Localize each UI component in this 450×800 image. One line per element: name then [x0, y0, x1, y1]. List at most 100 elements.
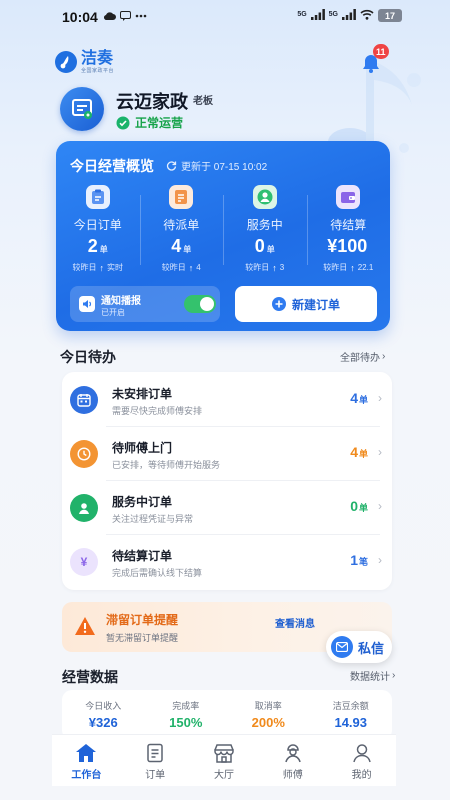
- arrow-up-icon: ↑: [272, 262, 277, 273]
- shop-status-text: 正常运营: [135, 116, 184, 130]
- todo-unit: 笔: [358, 557, 368, 567]
- biz-value: ¥326: [88, 715, 118, 730]
- arrow-up-icon: ↑: [350, 262, 355, 273]
- stat-label: 今日订单: [73, 218, 122, 232]
- network-type-1: 5G: [297, 11, 307, 18]
- all-todo-label: 全部待办: [340, 353, 380, 364]
- stat-compare-value: 3: [279, 263, 285, 272]
- todo-item-in-service[interactable]: 服务中订单 关注过程凭证与异常 0单 ›: [62, 480, 392, 534]
- status-signal-icons: 5G 5G: [297, 9, 374, 20]
- todo-unit: 单: [358, 449, 368, 459]
- wallet-icon: [336, 185, 361, 209]
- overview-stats: 今日订单 2单 较昨日↑实时 待派单 4单 较昨日↑4 服务中 0单 较: [56, 181, 390, 281]
- notification-badge: 11: [373, 44, 389, 59]
- stat-compare-value: 实时: [107, 263, 123, 272]
- bottom-tab-bar: 工作台 订单 大厅 师傅 我的: [52, 734, 396, 786]
- worker-icon: [285, 744, 301, 763]
- stat-compare-label: 较昨日: [323, 263, 348, 272]
- biz-bean-balance[interactable]: 洁豆余额 14.93: [310, 690, 393, 740]
- todo-title: 待师傅上门: [112, 441, 173, 455]
- overview-updated[interactable]: 更新于 07-15 10:02: [166, 158, 267, 173]
- stat-compare-label: 较昨日: [161, 263, 186, 272]
- todo-item-awaiting-worker[interactable]: 待师傅上门 已安排，等待师傅开始服务 4单 ›: [62, 426, 392, 480]
- tab-orders[interactable]: 订单: [121, 735, 190, 786]
- shop-role: 老板: [193, 96, 213, 107]
- private-message-label: 私信: [358, 640, 385, 656]
- stat-pending-settlement[interactable]: 待结算 ¥100 较昨日 ↑ 22.1: [306, 181, 391, 281]
- cloud-icon: [104, 12, 116, 21]
- stat-today-orders[interactable]: 今日订单 2单 较昨日 ↑ 实时: [56, 181, 140, 281]
- notify-status: 已开启: [101, 308, 125, 317]
- order-icon: [147, 743, 163, 763]
- status-bar: 10:04 5G 5G 17: [0, 0, 450, 34]
- todo-desc: 关注过程凭证与异常: [112, 514, 194, 524]
- biz-value: 14.93: [334, 715, 368, 730]
- tab-workers[interactable]: 师傅: [258, 735, 327, 786]
- worker-icon: [70, 494, 98, 522]
- speaker-icon: [79, 296, 95, 312]
- all-todo-link[interactable]: 全部待办 ›: [340, 349, 385, 364]
- home-icon: [76, 744, 97, 762]
- status-time: 10:04: [62, 9, 98, 25]
- chevron-right-icon: ›: [382, 351, 386, 362]
- stat-value: 2: [87, 236, 98, 256]
- todo-count: 4: [350, 390, 358, 406]
- stat-compare-value: 22.1: [357, 263, 374, 272]
- todo-list: 未安排订单 需要尽快完成师傅安排 4单 › 待师傅上门 已安排，等待师傅开始服务…: [62, 372, 392, 590]
- biz-cancel-rate[interactable]: 取消率 200%: [227, 690, 310, 740]
- new-order-label: 新建订单: [291, 297, 340, 312]
- notify-toggle[interactable]: [184, 295, 216, 313]
- arrow-up-icon: ↑: [99, 262, 105, 273]
- stat-value: 4: [171, 236, 182, 256]
- stat-pending-dispatch[interactable]: 待派单 4单 较昨日 ↑ 4: [139, 181, 224, 281]
- todo-title: 服务中订单: [112, 495, 173, 509]
- tab-label: 我的: [351, 770, 372, 781]
- private-message-button[interactable]: 私信: [326, 631, 392, 663]
- stat-in-service[interactable]: 服务中 0单 较昨日 ↑ 3: [223, 181, 307, 281]
- todo-item-pending-settlement[interactable]: ¥ 待结算订单 完成后需确认线下结算 1笔 ›: [62, 534, 392, 588]
- tab-mine[interactable]: 我的: [327, 735, 396, 786]
- stat-unit: 单: [266, 245, 275, 254]
- stat-label: 待结算: [330, 218, 367, 232]
- data-stats-link[interactable]: 数据统计 ›: [350, 668, 395, 683]
- biz-today-income[interactable]: 今日收入 ¥326: [62, 690, 145, 740]
- warning-icon: [75, 617, 95, 635]
- refresh-icon: [166, 161, 177, 171]
- view-messages-link[interactable]: 查看消息: [275, 615, 315, 630]
- todo-desc: 完成后需确认线下结算: [112, 568, 203, 578]
- todo-item-unscheduled[interactable]: 未安排订单 需要尽快完成师傅安排 4单 ›: [62, 372, 392, 426]
- document-icon: [169, 185, 194, 209]
- todo-count: 4: [350, 444, 358, 460]
- tab-label: 订单: [145, 770, 166, 781]
- plus-circle-icon: [271, 297, 286, 311]
- shop-avatar[interactable]: [60, 87, 104, 131]
- clock-icon: [70, 440, 98, 468]
- business-section-title: 经营数据: [62, 669, 118, 685]
- biz-label: 今日收入: [85, 701, 122, 711]
- mail-icon: [331, 636, 353, 658]
- biz-value: 150%: [169, 715, 203, 730]
- stat-unit: 单: [99, 245, 108, 254]
- tab-workbench[interactable]: 工作台: [52, 735, 121, 786]
- tab-label: 大厅: [213, 770, 234, 781]
- chevron-right-icon: ›: [378, 391, 382, 405]
- today-overview-card: 今日经营概览 更新于 07-15 10:02 今日订单 2单 较昨日↑实时: [56, 141, 390, 331]
- new-order-button[interactable]: 新建订单: [235, 286, 377, 322]
- chevron-right-icon: ›: [392, 670, 396, 681]
- store-icon: [72, 99, 92, 119]
- chevron-right-icon: ›: [378, 553, 382, 567]
- chevron-right-icon: ›: [378, 499, 382, 513]
- user-icon: [352, 744, 371, 763]
- alert-title: 滞留订单提醒: [106, 613, 179, 627]
- alert-sub: 暂无滞留订单提醒: [106, 633, 179, 643]
- todo-count: 1: [350, 552, 358, 568]
- todo-unit: 单: [358, 395, 368, 405]
- calendar-icon: [70, 386, 98, 414]
- notify-title: 通知播报: [101, 296, 141, 307]
- tab-label: 师傅: [282, 770, 303, 781]
- tab-hall[interactable]: 大厅: [190, 735, 259, 786]
- biz-completion-rate[interactable]: 完成率 150%: [145, 690, 228, 740]
- logo-subtitle: 全国家政平台: [81, 68, 115, 74]
- stat-unit: 单: [183, 245, 192, 254]
- data-stats-label: 数据统计: [350, 672, 390, 683]
